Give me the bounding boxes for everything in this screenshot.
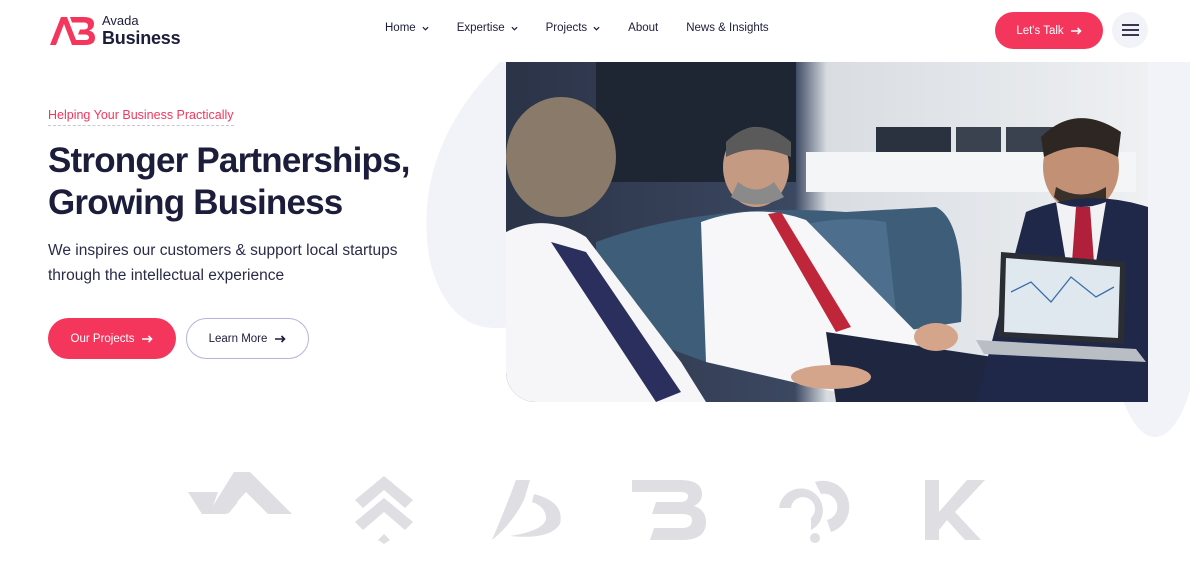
partner-logo-k-icon [925, 480, 985, 540]
lets-talk-button[interactable]: Let's Talk [995, 12, 1103, 49]
chevron-down-icon [511, 26, 518, 31]
headline-line-1: Stronger Partnerships, [48, 141, 410, 180]
nav-item-label: Projects [545, 22, 588, 34]
nav-item-expertise[interactable]: Expertise [457, 22, 518, 34]
hero-tagline: Helping Your Business Practically [48, 108, 234, 126]
partner-logo-chevrons-icon [355, 476, 413, 544]
menu-toggle-button[interactable] [1112, 12, 1148, 48]
partner-logo-a-icon [188, 472, 292, 514]
chevron-down-icon [422, 26, 429, 31]
brand-logo[interactable]: Avada Business [48, 13, 181, 48]
nav-item-label: About [628, 22, 659, 34]
nav-item-news[interactable]: News & Insights [686, 22, 768, 34]
lets-talk-label: Let's Talk [1016, 24, 1064, 37]
hero-subtext: We inspires our customers & support loca… [48, 239, 428, 288]
arrow-right-icon [142, 334, 154, 343]
our-projects-label: Our Projects [70, 332, 135, 345]
brand-logo-icon [50, 16, 95, 45]
nav-item-projects[interactable]: Projects [546, 22, 601, 34]
nav-item-label: Home [385, 22, 416, 34]
nav-item-label: Expertise [456, 22, 505, 34]
partner-logos-strip [0, 472, 1195, 552]
subtext-line-2: through the intellectual experience [48, 266, 285, 284]
learn-more-label: Learn More [208, 332, 268, 345]
nav-item-about[interactable]: About [628, 22, 658, 34]
headline-line-2: Growing Business [48, 183, 343, 222]
nav-item-label: News & Insights [686, 22, 769, 34]
our-projects-button[interactable]: Our Projects [48, 318, 176, 359]
arrow-right-icon [1070, 26, 1082, 35]
learn-more-button[interactable]: Learn More [186, 318, 309, 359]
main-nav: Home Expertise Projects About News & Ins… [385, 22, 769, 34]
partner-logo-swoosh-icon [492, 480, 561, 540]
chevron-down-icon [593, 26, 600, 31]
partner-logo-b-icon [632, 480, 706, 540]
brand-name-bottom: Business [102, 28, 181, 48]
photo-illustration [506, 62, 1148, 402]
hamburger-icon [1121, 24, 1139, 36]
nav-item-home[interactable]: Home [385, 22, 429, 34]
subtext-line-1: We inspires our customers & support loca… [48, 242, 398, 259]
partner-logo-circles-icon [779, 480, 850, 543]
arrow-right-icon [275, 334, 287, 343]
hero-headline: Stronger Partnerships, Growing Business [48, 140, 428, 224]
brand-name-top: Avada [102, 13, 139, 28]
site-header: Avada Business Home Expertise Projects A… [0, 0, 1195, 62]
business-meeting-photo [506, 62, 1148, 402]
